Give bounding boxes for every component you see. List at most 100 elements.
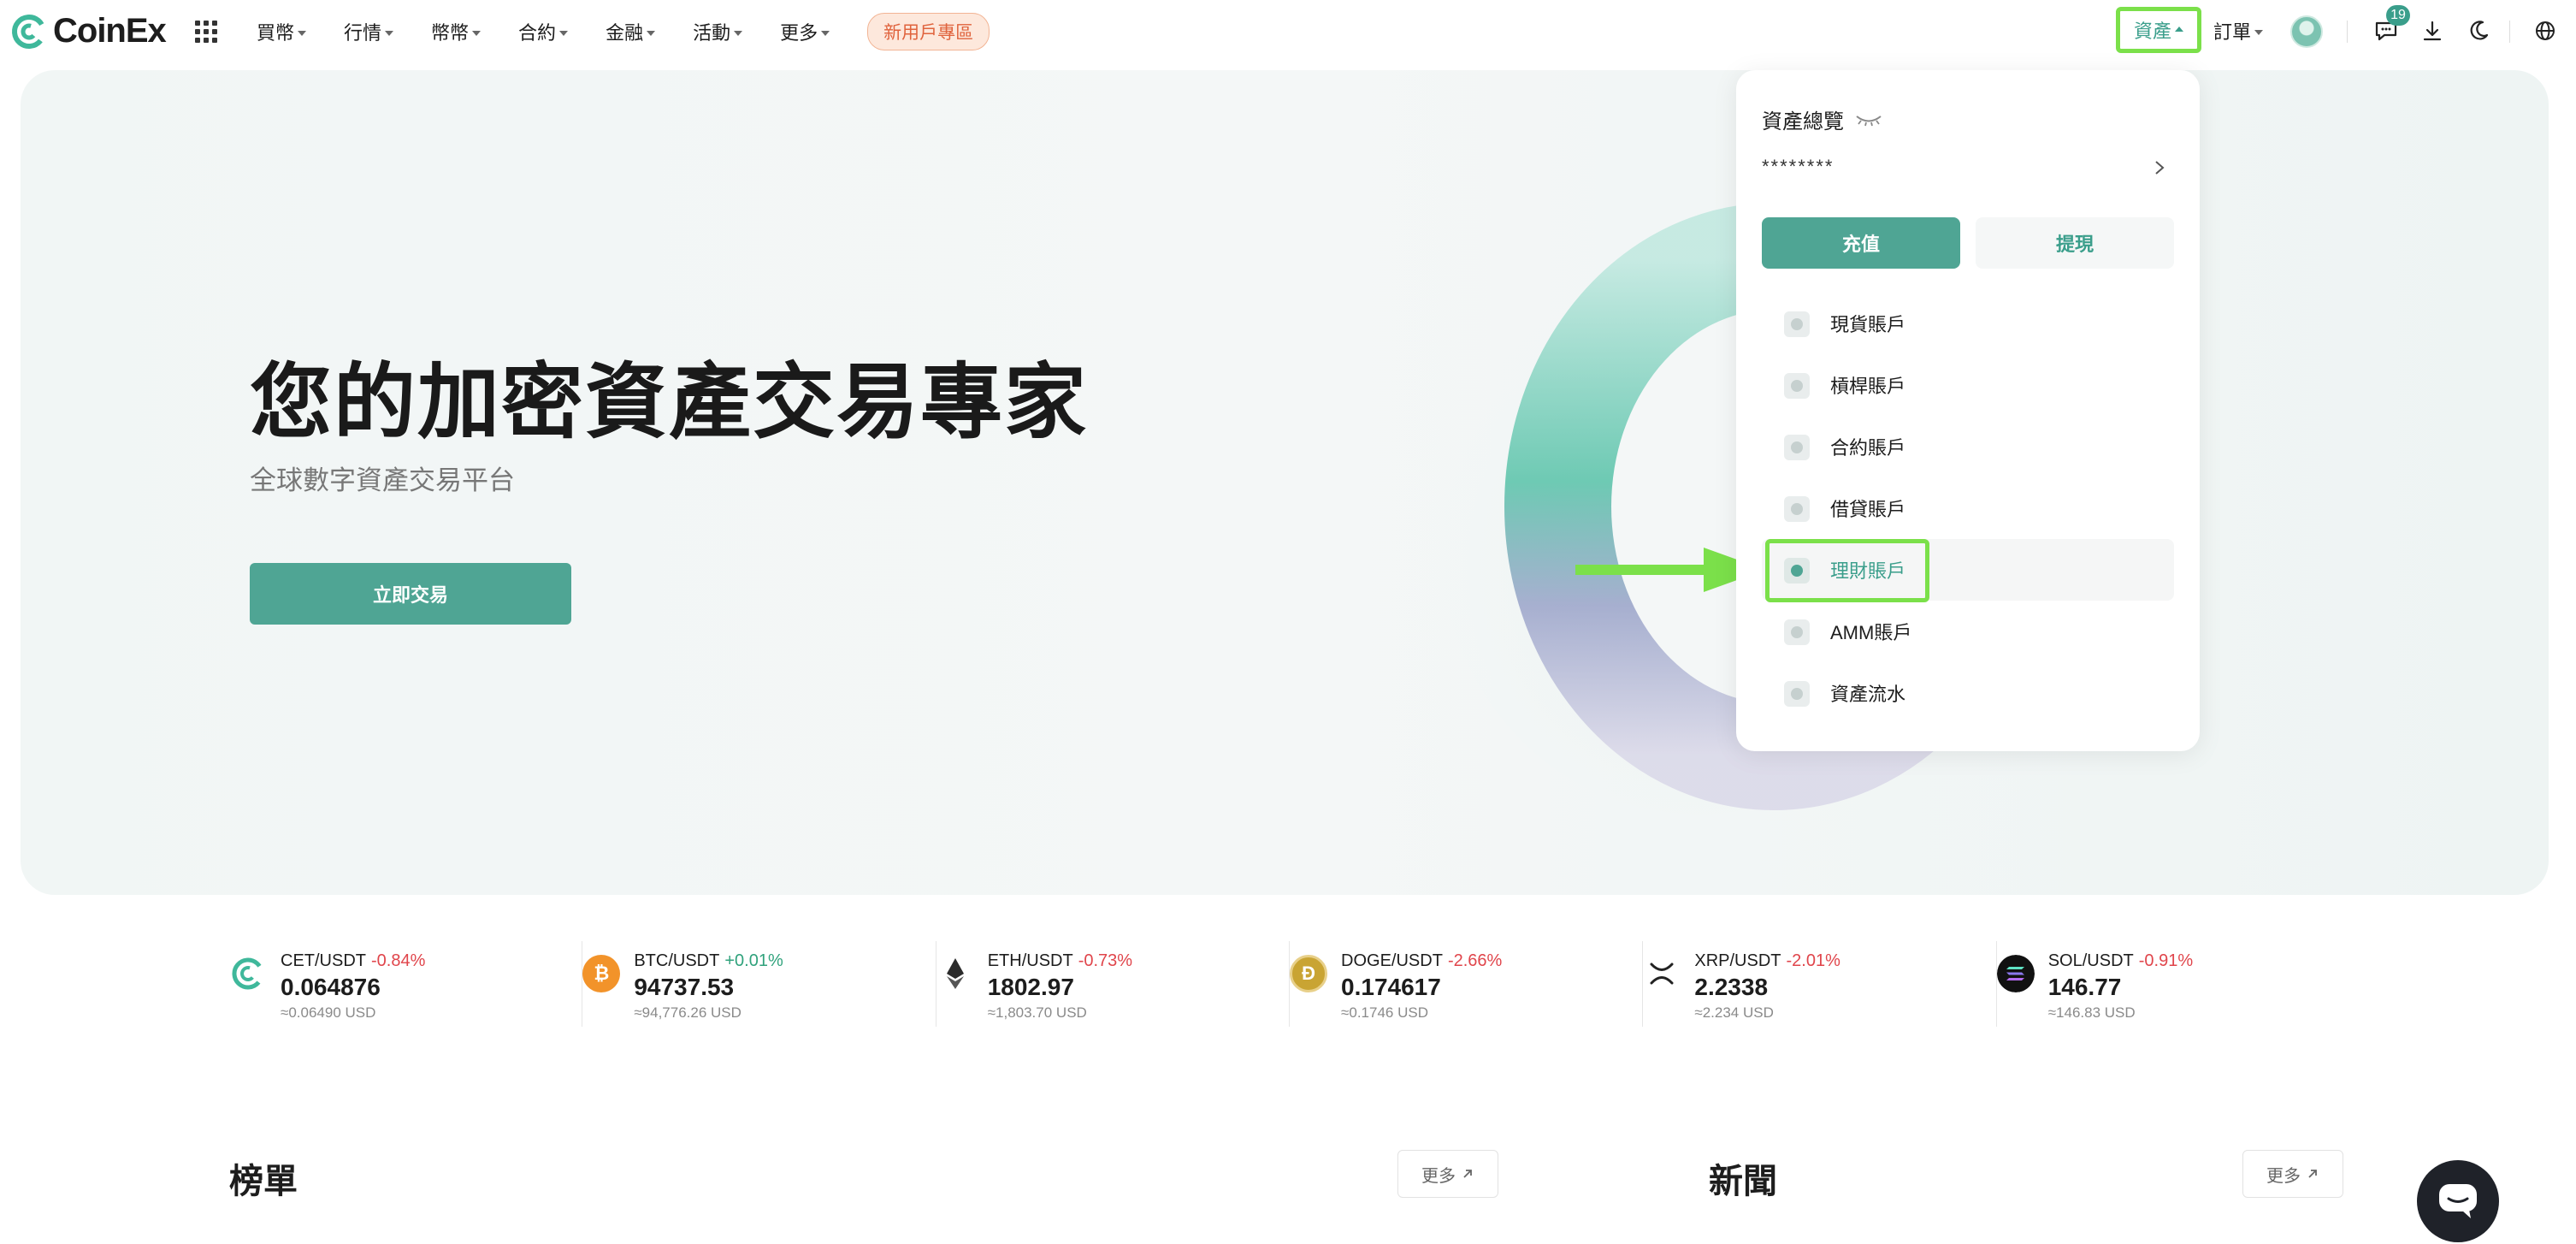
nav-item-label: 幣幣 (431, 22, 470, 44)
last-price: 0.064876 (281, 974, 381, 1000)
usd-price: ≈1,803.70 USD (987, 1004, 1087, 1021)
rankings-more-button[interactable]: 更多 (1397, 1150, 1498, 1198)
deposit-button[interactable]: 充值 (1762, 217, 1960, 269)
sol-coin-icon (1996, 955, 2035, 992)
futures-account-icon (1784, 435, 1810, 460)
new-user-zone-button[interactable]: 新用戶專區 (867, 13, 990, 50)
loan-account-icon (1784, 496, 1810, 522)
usd-price: ≈2.234 USD (1694, 1004, 1774, 1021)
menu-margin-account[interactable]: 槓桿賬戶 (1762, 354, 2174, 416)
last-price: 1802.97 (987, 974, 1074, 1000)
news-more-button[interactable]: 更多 (2242, 1150, 2343, 1198)
ticker-pair: CET/USDT -0.84% (281, 951, 425, 971)
menu-item-label: 合約賬戶 (1830, 437, 1906, 459)
chevron-right-icon[interactable] (2154, 159, 2165, 176)
nav-futures[interactable]: 合約 (518, 18, 569, 45)
assets-label: 資產 (2133, 21, 2171, 42)
withdraw-button[interactable]: 提現 (1976, 217, 2174, 269)
more-label: 更多 (1421, 1166, 1456, 1186)
last-price: 146.77 (2047, 974, 2122, 1000)
last-price: 0.174617 (1341, 974, 1441, 1000)
nav-spot[interactable]: 幣幣 (431, 18, 482, 45)
last-price: 2.2338 (1694, 974, 1769, 1000)
user-avatar[interactable] (2290, 15, 2323, 48)
ticker-pair: SOL/USDT -0.91% (2048, 951, 2193, 971)
trade-now-button[interactable]: 立即交易 (250, 563, 571, 625)
nav-more[interactable]: 更多 (780, 18, 830, 45)
nav-buy-crypto[interactable]: 買幣 (257, 18, 307, 45)
doge-coin-icon: Ð (1290, 955, 1328, 992)
ticker-card[interactable]: CET/USDT -0.84% 0.064876 ≈0.06490 USD (229, 941, 583, 1027)
menu-item-label: AMM賬戶 (1830, 622, 1912, 643)
price-change: -2.01% (1786, 951, 1840, 970)
language-globe-icon[interactable] (2533, 19, 2557, 43)
eye-closed-icon[interactable] (1854, 112, 1883, 127)
menu-asset-history[interactable]: 資產流水 (1762, 662, 2174, 724)
ticker-card[interactable]: ETH/USDT -0.73% 1802.97 ≈1,803.70 USD (936, 941, 1291, 1027)
ticker-pair: ETH/USDT -0.73% (988, 951, 1132, 971)
ticker-card[interactable]: SOL/USDT -0.91% 146.77 ≈146.83 USD (1996, 941, 2350, 1027)
message-count-badge: 19 (2386, 5, 2410, 26)
menu-loan-account[interactable]: 借貸賬戶 (1762, 477, 2174, 539)
cet-coin-icon (232, 957, 264, 990)
orders-menu-button[interactable]: 訂單 (2213, 17, 2264, 44)
annotation-highlight-box (1765, 539, 1929, 602)
eth-coin-icon (946, 958, 964, 989)
pair-label: SOL/USDT (2047, 951, 2134, 970)
usd-price: ≈0.06490 USD (281, 1004, 376, 1021)
arrow-up-right-icon (2308, 1170, 2317, 1178)
menu-item-label: 槓桿賬戶 (1830, 376, 1906, 397)
hidden-balance: ******** (1762, 156, 1835, 177)
caret-down-icon (472, 30, 482, 36)
menu-futures-account[interactable]: 合約賬戶 (1762, 416, 2174, 477)
asset-overview-header: 資產總覽 (1762, 104, 1883, 134)
nav-finance[interactable]: 金融 (606, 18, 656, 45)
pair-label: DOGE/USDT (1341, 951, 1443, 970)
price-change: -0.84% (371, 951, 426, 970)
price-change: -0.73% (1078, 951, 1133, 970)
caret-down-icon (647, 30, 656, 36)
ticker-pair: XRP/USDT -2.01% (1694, 951, 1840, 971)
nav-item-label: 金融 (606, 22, 644, 44)
menu-item-label: 借貸賬戶 (1830, 499, 1906, 520)
nav-activities[interactable]: 活動 (693, 18, 743, 45)
last-price: 94737.53 (634, 974, 735, 1000)
divider (2347, 21, 2348, 43)
pair-label: ETH/USDT (987, 951, 1073, 970)
price-change: -2.66% (1447, 951, 1503, 970)
ticker-card[interactable]: XRP/USDT -2.01% 2.2338 ≈2.234 USD (1643, 941, 1997, 1027)
pair-label: BTC/USDT (634, 951, 720, 970)
caret-up-icon (2175, 26, 2183, 32)
assets-menu-button[interactable]: 資產 (2116, 7, 2201, 53)
caret-down-icon (559, 30, 569, 36)
coinex-logo-icon (12, 14, 46, 49)
usd-price: ≈94,776.26 USD (634, 1004, 741, 1021)
download-icon[interactable] (2420, 19, 2444, 43)
caret-down-icon (385, 30, 394, 36)
coinex-logo[interactable]: CoinEx (10, 12, 167, 50)
orders-label: 訂單 (2213, 21, 2252, 43)
nav-markets[interactable]: 行情 (344, 18, 394, 45)
support-chat-button[interactable] (2417, 1160, 2499, 1242)
ticker-card[interactable]: Ð DOGE/USDT -2.66% 0.174617 ≈0.1746 USD (1290, 941, 1644, 1027)
caret-down-icon (2254, 29, 2264, 35)
menu-spot-account[interactable]: 現貨賬戶 (1762, 293, 2174, 354)
dark-mode-icon[interactable] (2467, 19, 2490, 43)
ticker-pair: DOGE/USDT -2.66% (1341, 951, 1502, 971)
nav-item-label: 更多 (780, 22, 818, 44)
apps-grid-icon[interactable] (195, 21, 217, 43)
main-menu: 買幣 行情 幣幣 合約 金融 活動 更多 新用戶專區 (257, 0, 990, 63)
ticker-card[interactable]: ₿ BTC/USDT +0.01% 94737.53 ≈94,776.26 USD (582, 941, 936, 1027)
spot-account-icon (1784, 311, 1810, 337)
nav-item-label: 合約 (518, 22, 557, 44)
amm-account-icon (1784, 619, 1810, 645)
menu-item-label: 現貨賬戶 (1830, 314, 1906, 335)
menu-amm-account[interactable]: AMM賬戶 (1762, 601, 2174, 662)
caret-down-icon (821, 30, 830, 36)
more-label: 更多 (2266, 1166, 2301, 1186)
xrp-coin-icon (1650, 963, 1674, 985)
chat-bubble-icon (2439, 1184, 2477, 1218)
price-change: -0.91% (2138, 951, 2194, 970)
nav-item-label: 行情 (344, 22, 382, 44)
account-list: 現貨賬戶 槓桿賬戶 合約賬戶 借貸賬戶 理財賬戶 AMM賬戶 資產流水 (1762, 293, 2174, 724)
